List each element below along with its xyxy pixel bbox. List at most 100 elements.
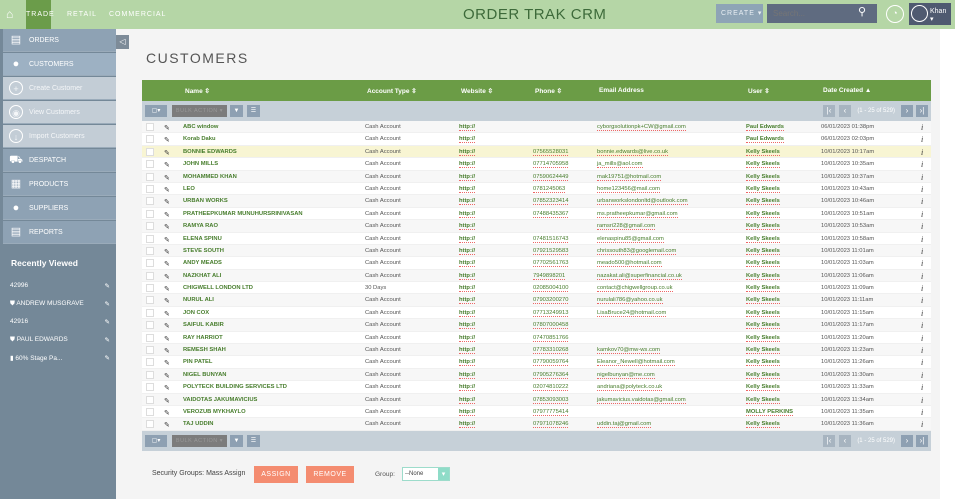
customer-name-link[interactable]: TAJ UDDIN xyxy=(183,421,214,427)
row-checkbox[interactable] xyxy=(146,234,154,243)
website-link[interactable]: http:// xyxy=(459,322,476,330)
edit-icon[interactable]: ✎ xyxy=(164,124,170,132)
tab-retail[interactable]: RETAIL xyxy=(67,0,97,29)
info-icon[interactable]: i xyxy=(921,408,923,417)
info-icon[interactable]: i xyxy=(921,272,923,281)
recent-item[interactable]: ⛊ ANDREW MUSGRAVE ✎ xyxy=(10,300,110,308)
edit-icon[interactable]: ✎ xyxy=(164,397,170,405)
row-checkbox[interactable] xyxy=(146,358,154,367)
user-link[interactable]: Kelly Skeels xyxy=(746,161,780,169)
recent-item[interactable]: 42996 ✎ xyxy=(10,282,110,290)
sidebar-item-suppliers[interactable]: ● SUPPLIERS xyxy=(3,197,116,220)
edit-icon[interactable]: ✎ xyxy=(164,384,170,392)
email-link[interactable]: uddin.taj@gmail.com xyxy=(597,421,652,429)
user-link[interactable]: Kelly Skeels xyxy=(746,297,780,305)
row-checkbox[interactable] xyxy=(146,197,154,206)
edit-icon[interactable]: ✎ xyxy=(164,236,170,244)
website-link[interactable]: http:// xyxy=(459,198,476,206)
email-link[interactable]: urbanworkslondonltd@outlook.com xyxy=(597,198,688,206)
user-link[interactable]: Kelly Skeels xyxy=(746,310,780,317)
edit-icon[interactable]: ✎ xyxy=(164,421,170,429)
phone-link[interactable]: 07977775414 xyxy=(533,409,569,416)
info-icon[interactable]: i xyxy=(921,346,923,355)
website-link[interactable]: http:// xyxy=(459,397,476,404)
website-link[interactable]: http:// xyxy=(459,174,476,181)
edit-icon[interactable]: ✎ xyxy=(164,161,170,169)
website-link[interactable]: http:// xyxy=(459,211,476,218)
customer-name-link[interactable]: PRATHEEPKUMAR MUNUHURSRINIVASAN xyxy=(183,211,303,217)
sidebar-item-view-customers[interactable]: ◉ View Customers xyxy=(3,101,116,124)
edit-icon[interactable]: ✎ xyxy=(164,285,170,293)
sidebar-item-despatch[interactable]: ⛟ DESPATCH xyxy=(3,149,116,172)
column-header-website[interactable]: Website ⇳ xyxy=(461,87,493,95)
user-link[interactable]: Kelly Skeels xyxy=(746,421,780,429)
info-icon[interactable]: i xyxy=(921,396,923,405)
row-checkbox[interactable] xyxy=(146,383,154,392)
sidebar-item-customers[interactable]: ● CUSTOMERS xyxy=(3,53,116,76)
notification-bell-icon[interactable]: ◔ xyxy=(886,5,904,23)
row-checkbox[interactable] xyxy=(146,420,154,429)
row-checkbox[interactable] xyxy=(146,160,154,169)
website-link[interactable]: http:// xyxy=(459,248,476,255)
user-link[interactable]: Kelly Skeels xyxy=(746,248,780,255)
phone-link[interactable]: 07852323414 xyxy=(533,198,569,206)
customer-name-link[interactable]: PIN PATEL xyxy=(183,359,212,365)
email-link[interactable]: ms.pratheepkumar@gmail.com xyxy=(597,211,678,218)
customer-name-link[interactable]: JOHN MILLS xyxy=(183,161,218,167)
website-link[interactable]: http:// xyxy=(459,136,476,144)
user-link[interactable]: Kelly Skeels xyxy=(746,384,780,392)
edit-icon[interactable]: ✎ xyxy=(164,273,170,281)
first-page-button[interactable]: |‹ xyxy=(823,434,835,447)
user-link[interactable]: Kelly Skeels xyxy=(746,322,780,330)
edit-icon[interactable]: ✎ xyxy=(105,300,110,308)
info-icon[interactable]: i xyxy=(921,334,923,343)
column-header-name[interactable]: Name ⇳ xyxy=(185,87,210,95)
phone-link[interactable]: 0781245063 xyxy=(533,186,566,193)
edit-icon[interactable]: ✎ xyxy=(105,282,110,290)
recent-item[interactable]: 42916 ✎ xyxy=(10,318,110,326)
user-link[interactable]: Kelly Skeels xyxy=(746,335,780,342)
info-icon[interactable]: i xyxy=(921,358,923,367)
customer-name-link[interactable]: STEVE SOUTH xyxy=(183,248,224,254)
website-link[interactable]: http:// xyxy=(459,161,476,169)
edit-icon[interactable]: ✎ xyxy=(164,186,170,194)
phone-link[interactable]: 07713249913 xyxy=(533,310,569,317)
edit-icon[interactable]: ✎ xyxy=(164,322,170,330)
sidebar-item-create-customer[interactable]: + Create Customer xyxy=(3,77,116,100)
phone-link[interactable]: 07488435367 xyxy=(533,211,569,218)
website-link[interactable]: http:// xyxy=(459,421,476,429)
info-icon[interactable]: i xyxy=(921,123,923,132)
sidebar-item-import-customers[interactable]: ↓ Import Customers xyxy=(3,125,116,148)
email-link[interactable]: LisaBruce24@hotmail.com xyxy=(597,310,667,317)
info-icon[interactable]: i xyxy=(921,185,923,194)
customer-name-link[interactable]: NIGEL BUNYAN xyxy=(183,372,227,378)
website-link[interactable]: http:// xyxy=(459,273,476,280)
edit-icon[interactable]: ✎ xyxy=(164,372,170,380)
next-page-button[interactable]: › xyxy=(901,105,913,117)
customer-name-link[interactable]: LEO xyxy=(183,186,195,192)
email-link[interactable]: ja_mills@aol.com xyxy=(597,161,643,169)
info-icon[interactable]: i xyxy=(921,173,923,182)
user-link[interactable]: Kelly Skeels xyxy=(746,186,780,193)
phone-link[interactable]: 02085004100 xyxy=(533,285,569,293)
phone-link[interactable]: 7949898201 xyxy=(533,273,566,280)
tab-trade[interactable]: TRADE xyxy=(26,0,54,29)
filter-icon[interactable]: ▼ xyxy=(230,434,243,447)
user-link[interactable]: Paul Edwards xyxy=(746,124,785,131)
info-icon[interactable]: i xyxy=(921,148,923,157)
edit-icon[interactable]: ✎ xyxy=(105,318,110,326)
last-page-button[interactable]: ›| xyxy=(916,105,928,117)
user-link[interactable]: Kelly Skeels xyxy=(746,211,780,218)
email-link[interactable]: ramsri228@gmail.com xyxy=(597,223,656,231)
column-chooser-icon[interactable]: ☰ xyxy=(247,434,260,447)
info-icon[interactable]: i xyxy=(921,197,923,206)
customer-name-link[interactable]: RAMYA RAO xyxy=(183,223,218,229)
info-icon[interactable]: i xyxy=(921,135,923,144)
sidebar-item-products[interactable]: ▦ PRODUCTS xyxy=(3,173,116,196)
user-menu[interactable]: Khan ▾ xyxy=(909,3,951,25)
recent-item[interactable]: ▮ 60% Stage Pa... ✎ xyxy=(10,354,110,362)
website-link[interactable]: http:// xyxy=(459,260,476,268)
website-link[interactable]: http:// xyxy=(459,186,476,193)
info-icon[interactable]: i xyxy=(921,222,923,231)
website-link[interactable]: http:// xyxy=(459,384,476,392)
